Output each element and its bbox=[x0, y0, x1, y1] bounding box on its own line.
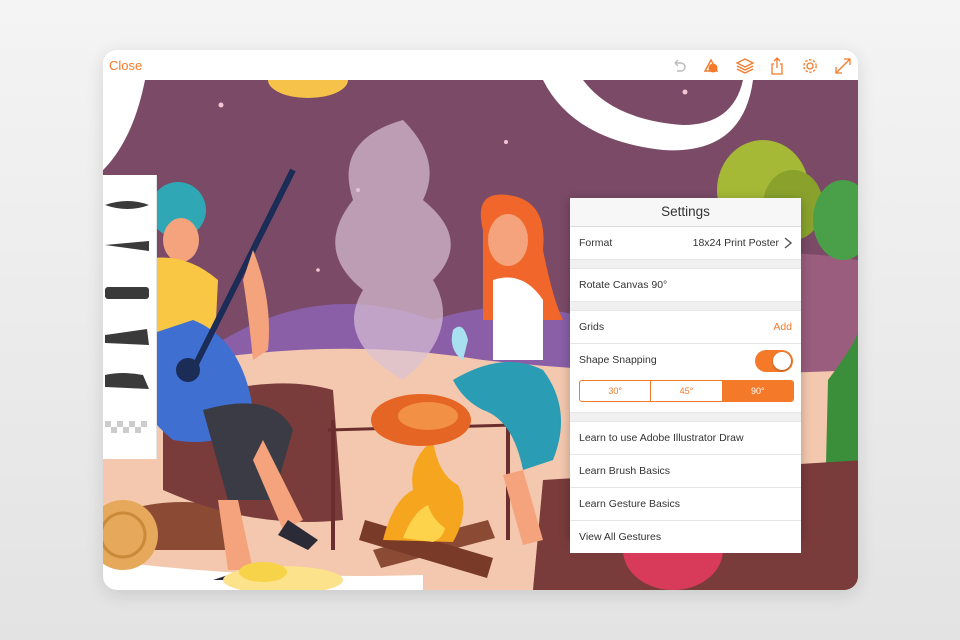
shapes-icon[interactable] bbox=[701, 56, 721, 76]
toggle-knob bbox=[773, 352, 791, 370]
format-value: 18x24 Print Poster bbox=[692, 237, 779, 249]
undo-icon[interactable] bbox=[669, 56, 689, 76]
learn-draw-row[interactable]: Learn to use Adobe Illustrator Draw bbox=[570, 422, 801, 455]
learn-gesture-label: Learn Gesture Basics bbox=[579, 498, 680, 510]
close-button[interactable]: Close bbox=[109, 58, 142, 73]
snap-angle-row: 30° 45° 90° bbox=[570, 376, 801, 413]
top-toolbar: Close bbox=[103, 50, 858, 80]
view-gestures-row[interactable]: View All Gestures bbox=[570, 521, 801, 553]
angle-45-option[interactable]: 45° bbox=[651, 381, 723, 401]
section-divider bbox=[570, 413, 801, 422]
format-row[interactable]: Format 18x24 Print Poster bbox=[570, 227, 801, 260]
section-divider bbox=[570, 302, 801, 311]
grids-add-button[interactable]: Add bbox=[773, 311, 792, 343]
learn-brush-label: Learn Brush Basics bbox=[579, 465, 671, 477]
brush-palette[interactable] bbox=[103, 175, 157, 459]
format-label: Format bbox=[579, 237, 613, 249]
expand-icon[interactable] bbox=[833, 56, 853, 76]
angle-30-option[interactable]: 30° bbox=[580, 381, 652, 401]
shape-snapping-row: Shape Snapping bbox=[570, 344, 801, 376]
shape-snapping-toggle[interactable] bbox=[755, 350, 793, 372]
shape-snapping-label: Shape Snapping bbox=[579, 354, 657, 366]
rotate-canvas-label: Rotate Canvas 90° bbox=[579, 279, 668, 291]
learn-gesture-row[interactable]: Learn Gesture Basics bbox=[570, 488, 801, 521]
grids-row: Grids Add bbox=[570, 311, 801, 344]
view-gestures-label: View All Gestures bbox=[579, 531, 662, 543]
share-icon[interactable] bbox=[767, 56, 787, 76]
grids-label: Grids bbox=[579, 321, 605, 333]
learn-brush-row[interactable]: Learn Brush Basics bbox=[570, 455, 801, 488]
angle-90-option[interactable]: 90° bbox=[722, 381, 793, 401]
settings-title: Settings bbox=[570, 198, 801, 227]
layers-icon[interactable] bbox=[735, 56, 755, 76]
learn-draw-label: Learn to use Adobe Illustrator Draw bbox=[579, 432, 744, 444]
chevron-right-icon bbox=[784, 237, 793, 249]
snap-angle-segmented-control: 30° 45° 90° bbox=[579, 380, 794, 402]
rotate-canvas-row[interactable]: Rotate Canvas 90° bbox=[570, 269, 801, 302]
tablet-frame: Close Settings Format 18x24 Print Poster… bbox=[103, 50, 858, 590]
section-divider bbox=[570, 260, 801, 269]
brush-strokes bbox=[105, 201, 149, 433]
settings-panel: Settings Format 18x24 Print Poster Rotat… bbox=[570, 198, 801, 553]
gear-icon[interactable] bbox=[800, 56, 820, 76]
